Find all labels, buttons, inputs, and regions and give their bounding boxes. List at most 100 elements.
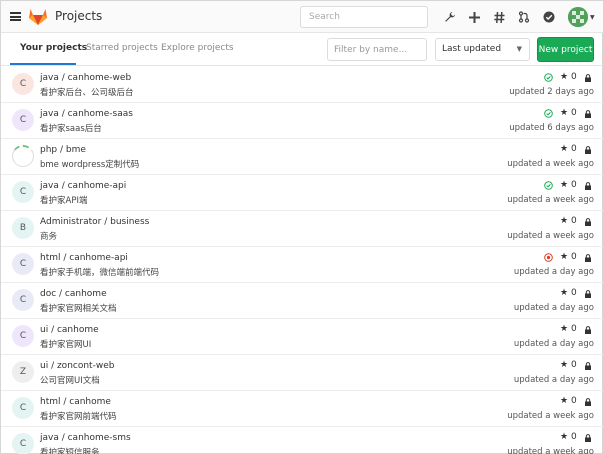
projects-nav: Your projects Starred projects Explore p…: [1, 33, 603, 66]
project-row[interactable]: Cjava / canhome-saas 看护家saas后台 ★ 0 updated …: [1, 103, 603, 139]
project-row[interactable]: Zui / zoncont-web 公司官网UI文档 ★ 0 updated a da…: [1, 355, 603, 391]
project-avatar[interactable]: B: [12, 217, 34, 239]
project-name-link[interactable]: html / canhome: [40, 397, 111, 407]
project-list: Cjava / canhome-web 看护家后台、公司级后台 ★ 0 updated…: [1, 67, 603, 454]
star-icon: ★: [560, 360, 571, 370]
star-count-value: 0: [570, 216, 577, 226]
page-title: Projects: [55, 9, 103, 23]
star-icon: ★: [560, 396, 571, 406]
star-count: ★ 0: [560, 360, 577, 370]
lock-icon: [585, 362, 591, 370]
project-avatar[interactable]: C: [12, 73, 34, 95]
project-row[interactable]: Chtml / canhome 看护家官网前端代码 ★ 0 updated a wee…: [1, 391, 603, 427]
project-name-link[interactable]: ui / canhome: [40, 325, 99, 335]
star-icon: ★: [560, 72, 571, 82]
new-project-button[interactable]: New project: [537, 37, 594, 62]
project-avatar[interactable]: C: [12, 109, 34, 131]
star-count: ★ 0: [560, 396, 577, 406]
search-input[interactable]: [300, 6, 428, 28]
sort-dropdown[interactable]: Last updated ▼: [435, 38, 530, 61]
project-avatar[interactable]: C: [12, 289, 34, 311]
project-description: 看护家API端: [40, 196, 88, 206]
lock-icon: [585, 290, 591, 298]
star-icon: ★: [560, 432, 571, 442]
star-count: ★ 0: [560, 72, 577, 82]
project-description: 看护家官网前端代码: [40, 412, 117, 422]
star-icon: ★: [560, 180, 571, 190]
star-count-value: 0: [570, 72, 577, 82]
project-avatar[interactable]: [12, 145, 34, 167]
star-count-value: 0: [570, 432, 577, 442]
star-icon: ★: [560, 324, 571, 334]
updated-timestamp: updated a week ago: [507, 159, 594, 169]
project-name-link[interactable]: Administrator / business: [40, 217, 149, 227]
star-count-value: 0: [570, 252, 577, 262]
hash-icon[interactable]: [490, 8, 508, 26]
chevron-down-icon[interactable]: ▼: [590, 14, 595, 21]
filter-by-name-input[interactable]: [327, 38, 427, 61]
star-icon: ★: [560, 216, 571, 226]
project-name-link[interactable]: php / bme: [40, 145, 86, 155]
gitlab-logo[interactable]: [28, 7, 48, 26]
star-count-value: 0: [570, 108, 577, 118]
project-row[interactable]: Cjava / canhome-api 看护家API端 ★ 0 updated a w…: [1, 175, 603, 211]
lock-icon: [585, 182, 591, 190]
project-description: 看护家手机端，微信端前端代码: [40, 268, 160, 278]
updated-timestamp: updated 6 days ago: [509, 123, 594, 133]
project-row[interactable]: Cjava / canhome-web 看护家后台、公司级后台 ★ 0 updated…: [1, 67, 603, 103]
project-row[interactable]: Cui / canhome 看护家官网UI ★ 0 updated a day ago: [1, 319, 603, 355]
lock-icon: [585, 434, 591, 442]
project-avatar[interactable]: C: [12, 397, 34, 419]
lock-icon: [585, 326, 591, 334]
star-count-value: 0: [570, 144, 577, 154]
project-name-link[interactable]: java / canhome-sms: [40, 433, 131, 443]
star-count-value: 0: [570, 288, 577, 298]
project-name-link[interactable]: doc / canhome: [40, 289, 107, 299]
project-name-link[interactable]: ui / zoncont-web: [40, 361, 114, 371]
star-count: ★ 0: [560, 252, 577, 262]
lock-icon: [585, 218, 591, 226]
star-icon: ★: [560, 108, 571, 118]
project-name-link[interactable]: java / canhome-web: [40, 73, 131, 83]
tab-starred-projects[interactable]: Starred projects: [86, 43, 158, 53]
project-avatar[interactable]: Z: [12, 361, 34, 383]
lock-icon: [585, 254, 591, 262]
todo-check-icon[interactable]: [540, 8, 558, 26]
star-icon: ★: [560, 288, 571, 298]
updated-timestamp: updated a week ago: [507, 195, 594, 205]
tab-your-projects[interactable]: Your projects: [20, 43, 87, 53]
sort-value: Last updated: [442, 44, 502, 54]
updated-timestamp: updated a day ago: [513, 375, 594, 385]
merge-request-icon[interactable]: [515, 8, 533, 26]
project-avatar[interactable]: C: [12, 433, 34, 454]
user-avatar[interactable]: [568, 7, 588, 27]
pipeline-success-icon[interactable]: [544, 73, 553, 82]
project-description: 看护家saas后台: [40, 124, 102, 134]
project-avatar[interactable]: C: [12, 181, 34, 203]
project-avatar[interactable]: C: [12, 325, 34, 347]
tab-explore-projects[interactable]: Explore projects: [161, 43, 234, 53]
chevron-down-icon: ▼: [516, 45, 522, 53]
star-count: ★ 0: [560, 324, 577, 334]
pipeline-failed-icon[interactable]: [544, 253, 553, 262]
project-row[interactable]: Cjava / canhome-sms 看护家短信服务 ★ 0 updated a w…: [1, 427, 603, 454]
project-name-link[interactable]: java / canhome-saas: [40, 109, 133, 119]
project-description: 商务: [40, 232, 58, 242]
star-count-value: 0: [570, 396, 577, 406]
plus-icon[interactable]: [465, 8, 483, 26]
project-row[interactable]: B Administrator / business 商务 ★ 0 updated a …: [1, 211, 603, 247]
project-row[interactable]: php / bme bme wordpress定制代码 ★ 0 updated a w…: [1, 139, 603, 175]
project-avatar[interactable]: C: [12, 253, 34, 275]
wrench-icon[interactable]: [441, 8, 459, 26]
star-count-value: 0: [570, 324, 577, 334]
pipeline-success-icon[interactable]: [544, 109, 553, 118]
project-row[interactable]: Chtml / canhome-api 看护家手机端，微信端前端代码 ★ 0 upda…: [1, 247, 603, 283]
project-name-link[interactable]: html / canhome-api: [40, 253, 128, 263]
lock-icon: [585, 74, 591, 82]
project-name-link[interactable]: java / canhome-api: [40, 181, 126, 191]
star-icon: ★: [560, 144, 571, 154]
updated-timestamp: updated a week ago: [507, 411, 594, 421]
project-row[interactable]: Cdoc / canhome 看护家官网相关文档 ★ 0 updated a day …: [1, 283, 603, 319]
pipeline-success-icon[interactable]: [544, 181, 553, 190]
menu-icon[interactable]: [10, 12, 21, 21]
